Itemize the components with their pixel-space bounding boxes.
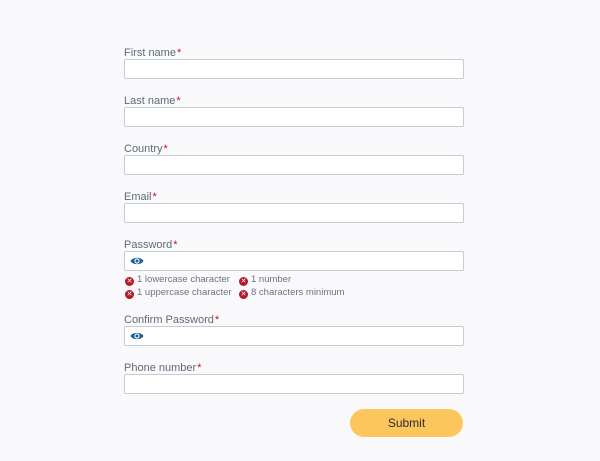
required-marker: * xyxy=(152,191,157,203)
rule-uppercase: ✕ 1 uppercase character xyxy=(125,287,232,299)
first-name-label: First name* xyxy=(124,47,182,59)
required-marker: * xyxy=(214,314,220,326)
rule-number: ✕ 1 number xyxy=(239,274,292,286)
x-circle-icon: ✕ xyxy=(125,277,134,286)
eye-icon[interactable] xyxy=(130,330,144,342)
required-marker: * xyxy=(176,95,181,107)
required-marker: * xyxy=(197,362,202,374)
required-marker: * xyxy=(176,47,182,59)
email-label: Email* xyxy=(124,191,157,203)
confirm-password-label: Confirm Password* xyxy=(124,314,220,326)
eye-icon[interactable] xyxy=(130,255,144,267)
email-input[interactable] xyxy=(124,203,464,223)
rule-min-length: ✕ 8 characters minimum xyxy=(239,287,345,299)
email-field: Email* xyxy=(124,190,464,223)
first-name-field: First name* xyxy=(124,46,464,79)
last-name-field: Last name* xyxy=(124,94,464,127)
required-marker: * xyxy=(163,143,168,155)
x-circle-icon: ✕ xyxy=(239,290,248,299)
password-label: Password* xyxy=(124,239,178,251)
country-label: Country* xyxy=(124,143,168,155)
country-field: Country* xyxy=(124,142,464,175)
last-name-label: Last name* xyxy=(124,95,181,107)
first-name-input[interactable] xyxy=(124,59,464,79)
rule-lowercase: ✕ 1 lowercase character xyxy=(125,274,230,286)
phone-number-input[interactable] xyxy=(124,374,464,394)
password-field: Password* ✕ 1 lowercase character ✕ 1 numb… xyxy=(124,238,464,299)
confirm-password-input[interactable] xyxy=(124,326,464,346)
country-input[interactable] xyxy=(124,155,464,175)
x-circle-icon: ✕ xyxy=(125,290,134,299)
submit-button[interactable]: Submit xyxy=(350,409,463,437)
x-circle-icon: ✕ xyxy=(239,277,248,286)
confirm-password-field: Confirm Password* xyxy=(124,313,464,346)
password-input[interactable] xyxy=(124,251,464,271)
phone-number-label: Phone number* xyxy=(124,362,202,374)
last-name-input[interactable] xyxy=(124,107,464,127)
phone-number-field: Phone number* xyxy=(124,361,464,394)
required-marker: * xyxy=(173,239,178,251)
